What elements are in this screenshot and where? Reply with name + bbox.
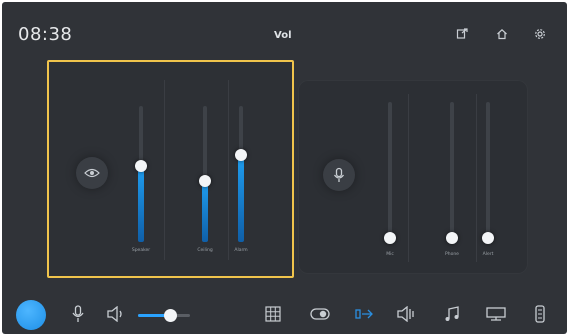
music-icon[interactable] — [442, 304, 462, 324]
grid-icon[interactable] — [263, 304, 283, 324]
slider-knob[interactable] — [482, 232, 494, 244]
screen-title: Vol — [274, 30, 292, 41]
display-icon[interactable] — [486, 304, 506, 324]
slider-fill — [138, 166, 144, 242]
slider-knob[interactable] — [235, 149, 247, 161]
slider-fill — [238, 155, 244, 242]
home-button[interactable] — [16, 300, 46, 330]
slider-knob[interactable] — [446, 232, 458, 244]
column-divider — [228, 80, 229, 260]
volume-knob[interactable] — [164, 309, 177, 322]
home-icon[interactable] — [494, 26, 510, 42]
pan-icon[interactable] — [354, 304, 374, 324]
slider-label: Alert — [482, 252, 494, 257]
slider-knob[interactable] — [384, 232, 396, 244]
slider-knob[interactable] — [199, 175, 211, 187]
speaker-icon[interactable] — [106, 304, 126, 324]
surround-icon[interactable] — [396, 304, 416, 324]
speaker-volume-slider[interactable] — [135, 106, 147, 242]
slider-knob[interactable] — [135, 160, 147, 172]
slider-label: Mic — [386, 252, 394, 257]
share-icon[interactable] — [454, 26, 470, 42]
alert-volume-slider[interactable] — [482, 102, 494, 244]
mic-mute-button[interactable] — [323, 159, 355, 191]
device-icon[interactable] — [530, 304, 550, 324]
slider-label: Ceiling — [197, 248, 213, 253]
slider-label: Alarm — [234, 248, 248, 253]
toggle-icon[interactable] — [310, 304, 330, 324]
mic-icon[interactable] — [68, 304, 88, 324]
bottom-dock — [2, 294, 567, 334]
column-divider — [164, 80, 165, 260]
settings-icon[interactable] — [532, 26, 548, 42]
phone-volume-slider[interactable] — [446, 102, 458, 244]
clock: 08:38 — [18, 24, 73, 45]
column-divider — [408, 94, 409, 262]
ceiling-volume-slider[interactable] — [199, 106, 211, 242]
visibility-toggle-button[interactable] — [76, 157, 108, 189]
slider-label: Speaker — [131, 248, 151, 253]
slider-fill — [202, 181, 208, 242]
slider-label: Phone — [445, 252, 459, 257]
column-divider — [476, 94, 477, 262]
alarm-volume-slider[interactable] — [235, 106, 247, 242]
audio-settings-screen: 08:38 Vol Mic Phone Alert Speaker Ceilin… — [2, 2, 567, 334]
mic-volume-slider[interactable] — [384, 102, 396, 244]
